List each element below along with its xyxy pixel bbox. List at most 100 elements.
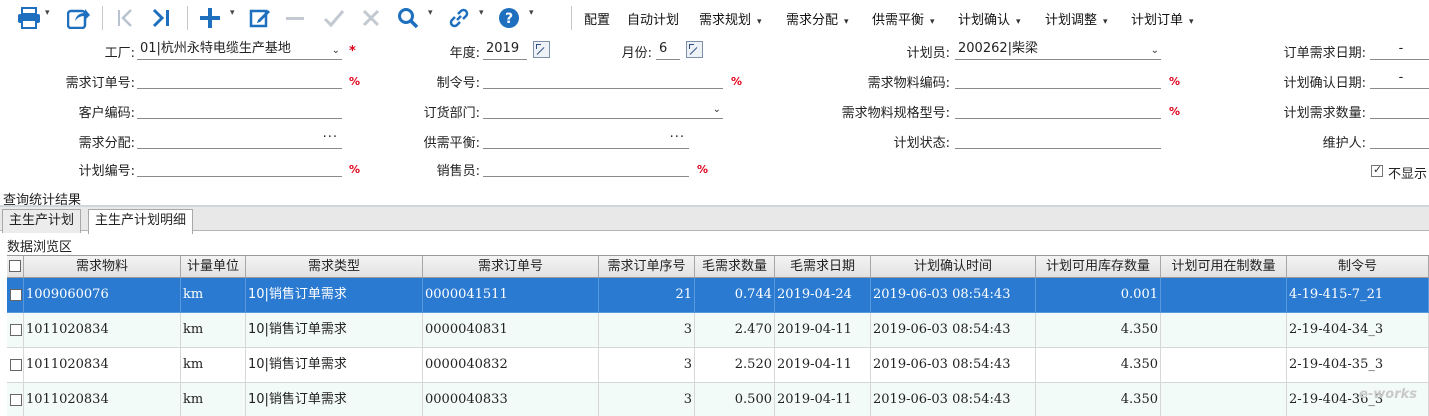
cell-gross-qty[interactable]: 0.500 bbox=[695, 383, 775, 416]
maintainer-field[interactable] bbox=[1370, 129, 1429, 149]
cell-gross-date[interactable]: 2019-04-11 bbox=[775, 348, 871, 383]
cell-material[interactable]: 1011020834 bbox=[24, 313, 181, 348]
cell-unit[interactable]: km bbox=[181, 313, 246, 348]
factory-select[interactable]: 01|杭州永特电缆生产基地 ⌄ bbox=[137, 40, 342, 60]
cell-order-seq[interactable]: 3 bbox=[599, 348, 695, 383]
order-dept-select[interactable]: ⌄ bbox=[483, 99, 723, 119]
menu-plan-order[interactable]: 计划订单 ▾ bbox=[1131, 9, 1194, 28]
cell-confirm-time[interactable]: 2019-06-03 08:54:43 bbox=[871, 348, 1036, 383]
plan-status-field[interactable] bbox=[955, 129, 1161, 149]
cell-gross-qty[interactable]: 0.744 bbox=[695, 278, 775, 313]
select-all-checkbox[interactable] bbox=[9, 260, 21, 272]
plan-no-field[interactable] bbox=[137, 157, 342, 177]
more-icon[interactable]: ··· bbox=[323, 129, 338, 147]
cell-gross-date[interactable]: 2019-04-11 bbox=[775, 313, 871, 348]
cell-available-stock[interactable]: 0.001 bbox=[1036, 278, 1161, 313]
cell-available-stock[interactable]: 4.350 bbox=[1036, 313, 1161, 348]
menu-plan-confirm[interactable]: 计划确认 ▾ bbox=[958, 9, 1021, 28]
plan-confirm-date-field[interactable]: - bbox=[1370, 69, 1429, 89]
cell-gross-qty[interactable]: 2.470 bbox=[695, 313, 775, 348]
search-icon[interactable] bbox=[396, 6, 420, 30]
menu-demand-planning[interactable]: 需求规划 ▾ bbox=[699, 9, 762, 28]
cell-work-order[interactable]: 4-19-415-7_21 bbox=[1287, 278, 1429, 313]
year-field[interactable]: 2019 bbox=[483, 40, 527, 60]
table-row[interactable]: 1011020834 km 10|销售订单需求 0000040831 3 2.4… bbox=[7, 313, 1429, 348]
cell-available-wip[interactable] bbox=[1161, 313, 1287, 348]
row-select-cell[interactable] bbox=[7, 278, 24, 313]
column-header[interactable]: 需求订单序号 bbox=[599, 256, 695, 278]
row-checkbox[interactable] bbox=[10, 289, 22, 301]
tab-master-plan[interactable]: 主生产计划 bbox=[2, 209, 82, 233]
table-row[interactable]: 1009060076 km 10|销售订单需求 0000041511 21 0.… bbox=[7, 278, 1429, 313]
table-row[interactable]: 1011020834 km 10|销售订单需求 0000040833 3 0.5… bbox=[7, 383, 1429, 416]
cell-available-wip[interactable] bbox=[1161, 383, 1287, 416]
cell-available-wip[interactable] bbox=[1161, 348, 1287, 383]
last-page-icon[interactable] bbox=[150, 6, 174, 30]
tab-master-plan-detail[interactable]: 主生产计划明细 bbox=[88, 209, 194, 234]
row-checkbox[interactable] bbox=[10, 359, 22, 371]
calendar-icon[interactable] bbox=[533, 41, 550, 58]
print-dropdown-icon[interactable]: ▾ bbox=[45, 8, 50, 18]
plan-demand-qty-field[interactable] bbox=[1370, 99, 1429, 119]
help-icon[interactable]: ? bbox=[497, 6, 521, 30]
more-icon[interactable]: ··· bbox=[670, 129, 685, 147]
menu-supply-balance[interactable]: 供需平衡 ▾ bbox=[872, 9, 935, 28]
cell-order-seq[interactable]: 3 bbox=[599, 383, 695, 416]
cell-available-wip[interactable] bbox=[1161, 278, 1287, 313]
menu-auto-plan[interactable]: 自动计划 bbox=[627, 9, 679, 28]
cell-material[interactable]: 1009060076 bbox=[24, 278, 181, 313]
month-field[interactable]: 6 bbox=[656, 40, 680, 60]
column-header[interactable]: 计划可用在制数量 bbox=[1161, 256, 1287, 278]
column-header[interactable]: 需求类型 bbox=[246, 256, 423, 278]
cell-order-no[interactable]: 0000040831 bbox=[423, 313, 599, 348]
cell-work-order[interactable]: 2-19-404-34_3 bbox=[1287, 313, 1429, 348]
cell-unit[interactable]: km bbox=[181, 383, 246, 416]
row-checkbox[interactable] bbox=[10, 394, 22, 406]
demand-material-spec-field[interactable] bbox=[955, 99, 1161, 119]
supply-balance-field[interactable]: ··· bbox=[483, 129, 689, 149]
cell-material[interactable]: 1011020834 bbox=[24, 383, 181, 416]
cell-available-stock[interactable]: 4.350 bbox=[1036, 383, 1161, 416]
header-select-all[interactable] bbox=[7, 256, 24, 278]
cell-order-no[interactable]: 0000040833 bbox=[423, 383, 599, 416]
print-icon[interactable] bbox=[16, 6, 42, 30]
link-dropdown-icon[interactable]: ▾ bbox=[479, 8, 484, 18]
hide-checkbox[interactable] bbox=[1371, 163, 1383, 177]
cell-gross-qty[interactable]: 2.520 bbox=[695, 348, 775, 383]
export-icon[interactable] bbox=[66, 6, 92, 30]
remove-icon[interactable] bbox=[284, 6, 306, 30]
add-icon[interactable] bbox=[198, 6, 222, 30]
cell-work-order[interactable]: 2-19-404-35_3 bbox=[1287, 348, 1429, 383]
row-select-cell[interactable] bbox=[7, 348, 24, 383]
cell-unit[interactable]: km bbox=[181, 278, 246, 313]
work-order-no-field[interactable] bbox=[483, 69, 723, 89]
menu-plan-adjust[interactable]: 计划调整 ▾ bbox=[1045, 9, 1108, 28]
cell-order-seq[interactable]: 21 bbox=[599, 278, 695, 313]
first-page-icon[interactable] bbox=[114, 6, 136, 30]
cell-demand-type[interactable]: 10|销售订单需求 bbox=[246, 383, 423, 416]
planner-select[interactable]: 200262|柴梁 ⌄ bbox=[955, 40, 1161, 60]
help-dropdown-icon[interactable]: ▾ bbox=[529, 8, 534, 18]
cell-gross-date[interactable]: 2019-04-11 bbox=[775, 383, 871, 416]
demand-order-no-field[interactable] bbox=[137, 69, 342, 89]
column-header[interactable]: 制令号 bbox=[1287, 256, 1429, 278]
column-header[interactable]: 计划可用库存数量 bbox=[1036, 256, 1161, 278]
cell-unit[interactable]: km bbox=[181, 348, 246, 383]
column-header[interactable]: 需求订单号 bbox=[423, 256, 599, 278]
column-header[interactable]: 毛需求日期 bbox=[775, 256, 871, 278]
cell-confirm-time[interactable]: 2019-06-03 08:54:43 bbox=[871, 313, 1036, 348]
menu-config[interactable]: 配置 bbox=[584, 9, 610, 28]
cell-gross-date[interactable]: 2019-04-24 bbox=[775, 278, 871, 313]
cell-order-no[interactable]: 0000041511 bbox=[423, 278, 599, 313]
cell-confirm-time[interactable]: 2019-06-03 08:54:43 bbox=[871, 383, 1036, 416]
cell-order-seq[interactable]: 3 bbox=[599, 313, 695, 348]
confirm-icon[interactable] bbox=[322, 6, 346, 30]
salesperson-field[interactable] bbox=[483, 157, 689, 177]
column-header[interactable]: 计划确认时间 bbox=[871, 256, 1036, 278]
cancel-icon[interactable] bbox=[360, 6, 382, 30]
add-dropdown-icon[interactable]: ▾ bbox=[230, 8, 235, 18]
cell-available-stock[interactable]: 4.350 bbox=[1036, 348, 1161, 383]
table-row[interactable]: 1011020834 km 10|销售订单需求 0000040832 3 2.5… bbox=[7, 348, 1429, 383]
cell-demand-type[interactable]: 10|销售订单需求 bbox=[246, 348, 423, 383]
customer-code-field[interactable] bbox=[137, 99, 342, 119]
